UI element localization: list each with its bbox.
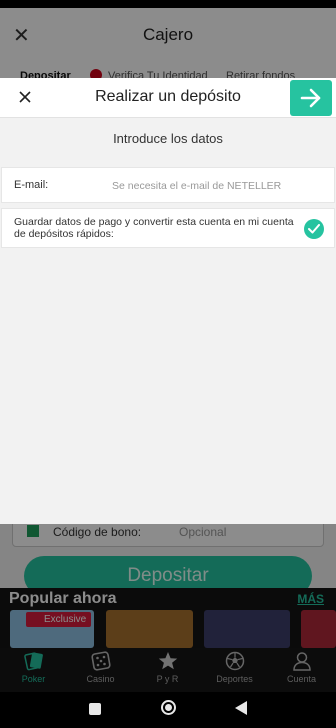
close-icon[interactable] [17,89,33,105]
modal-title: Realizar un depósito [95,88,241,105]
save-payment-checkbox[interactable] [304,219,324,239]
next-button[interactable] [290,80,332,116]
arrow-right-icon [300,88,321,108]
modal-header: Realizar un depósito [0,78,336,118]
back-icon[interactable] [235,701,247,715]
check-icon [308,224,320,234]
home-icon[interactable] [161,700,176,715]
section-title: Introduce los datos [113,131,223,146]
email-label: E-mail: [14,179,49,191]
deposit-modal: Realizar un depósito Introduce los datos… [0,78,336,524]
save-payment-row[interactable]: Guardar datos de pago y convertir esta c… [1,208,335,248]
system-navigation-bar [0,692,336,728]
email-field[interactable] [112,174,332,198]
recents-icon[interactable] [89,703,101,715]
email-row: E-mail: [1,167,335,203]
save-payment-label: Guardar datos de pago y convertir esta c… [14,216,294,240]
